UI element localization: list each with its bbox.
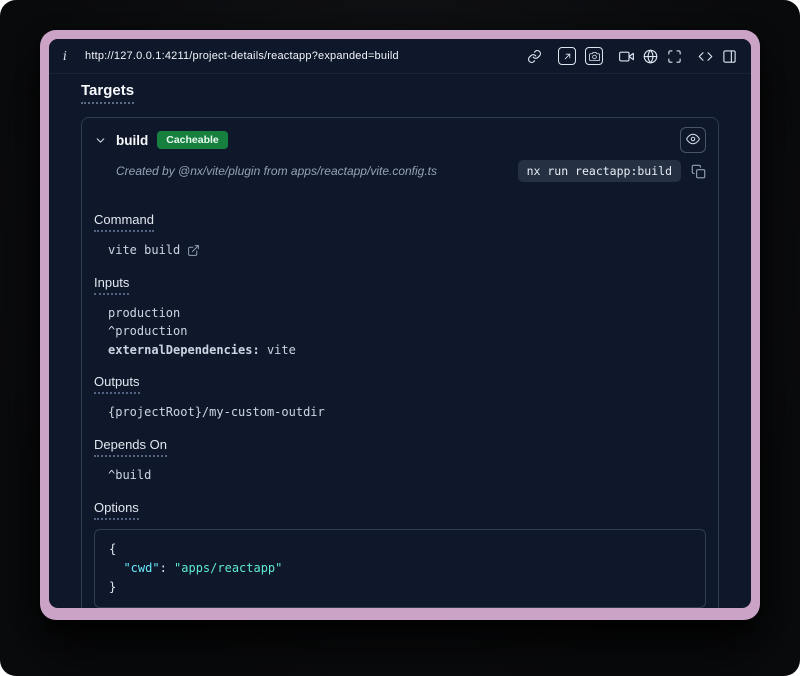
json-line: "cwd": "apps/reactapp" [109, 559, 691, 578]
command-value: vite build [108, 241, 180, 260]
page-content: Targets build Cacheable [49, 74, 751, 608]
json-string-value: "apps/reactapp" [174, 561, 282, 575]
input-item: production [108, 304, 706, 323]
json-line: { [109, 540, 691, 559]
command-section: Command vite build [94, 211, 706, 260]
inputs-label: Inputs [94, 275, 129, 295]
chevron-down-icon[interactable] [94, 134, 107, 147]
options-json-block: { "cwd": "apps/reactapp" } [94, 529, 706, 608]
json-line: } [109, 578, 691, 597]
info-icon: i [63, 49, 73, 63]
browser-window: i http://127.0.0.1:4211/project-details/… [40, 30, 760, 620]
target-name: build [116, 133, 148, 148]
run-command-chip: nx run reactapp:build [518, 160, 681, 182]
titlebar-icons [527, 47, 737, 65]
inputs-section: Inputs production ^production externalDe… [94, 274, 706, 360]
target-panel-build: build Cacheable Created by @nx/vite/plug… [81, 117, 719, 608]
outputs-section: Outputs {projectRoot}/my-custom-outdir [94, 373, 706, 422]
cacheable-badge: Cacheable [157, 131, 228, 149]
view-target-button[interactable] [680, 127, 706, 153]
json-key: "cwd" [123, 561, 159, 575]
depends-on-label: Depends On [94, 437, 167, 457]
code-icon[interactable] [698, 49, 713, 64]
outputs-label: Outputs [94, 374, 140, 394]
depends-on-section: Depends On ^build [94, 436, 706, 485]
external-dependencies-value: vite [267, 343, 296, 357]
sidebar-icon[interactable] [722, 49, 737, 64]
url-bar[interactable]: http://127.0.0.1:4211/project-details/re… [85, 50, 399, 62]
copy-icon[interactable] [691, 164, 706, 179]
title-bar: i http://127.0.0.1:4211/project-details/… [49, 39, 751, 74]
target-details: Command vite build Inputs pro [82, 195, 718, 608]
external-link-icon[interactable] [187, 244, 200, 257]
json-separator: : [160, 561, 174, 575]
build-target-header[interactable]: build Cacheable [82, 118, 718, 160]
link-icon[interactable] [527, 49, 542, 64]
globe-icon[interactable] [643, 49, 658, 64]
capture-icon[interactable] [558, 47, 576, 65]
app-frame: i http://127.0.0.1:4211/project-details/… [49, 39, 751, 608]
input-item: externalDependencies: vite [108, 341, 706, 360]
page-title: Targets [81, 82, 134, 104]
command-label: Command [94, 212, 154, 232]
eye-icon [686, 132, 700, 149]
fullscreen-icon[interactable] [667, 49, 682, 64]
input-item: ^production [108, 322, 706, 341]
external-dependencies-key: externalDependencies: [108, 343, 260, 357]
desktop-background: i http://127.0.0.1:4211/project-details/… [0, 0, 800, 676]
output-item: {projectRoot}/my-custom-outdir [108, 403, 706, 422]
video-icon[interactable] [619, 49, 634, 64]
camera-icon[interactable] [585, 47, 603, 65]
created-by-text: Created by @nx/vite/plugin from apps/rea… [116, 164, 437, 178]
options-section: Options { "cwd": "apps/reactapp" } [94, 499, 706, 608]
options-label: Options [94, 500, 139, 520]
target-meta-row: Created by @nx/vite/plugin from apps/rea… [82, 160, 718, 195]
depends-on-item: ^build [108, 466, 706, 485]
